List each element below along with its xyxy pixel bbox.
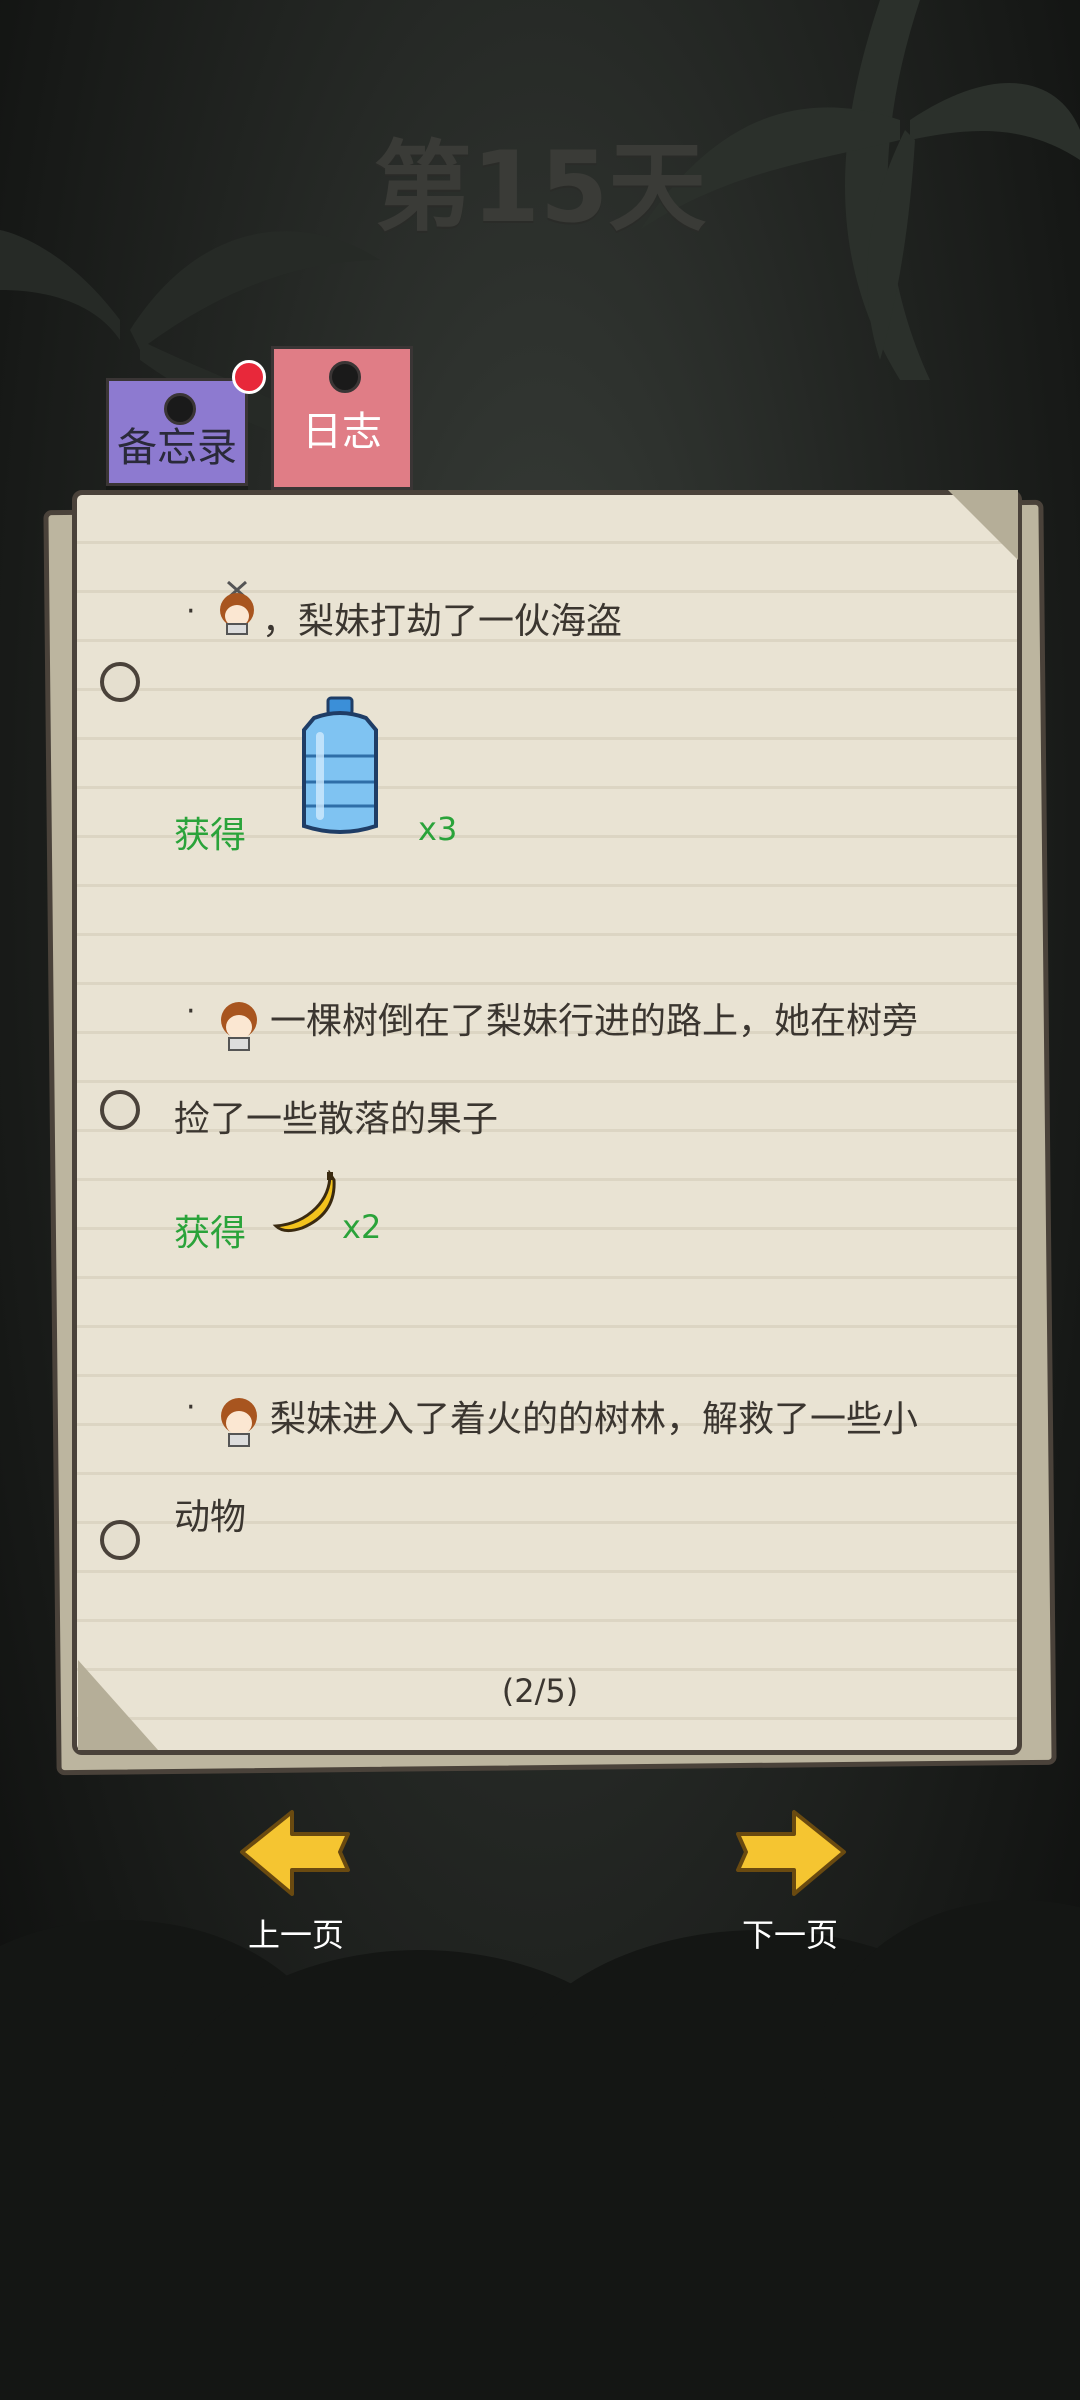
reward-label: 获得 bbox=[174, 1213, 247, 1254]
reward-label: 获得 bbox=[174, 815, 247, 856]
entry-bullet: · bbox=[186, 594, 196, 629]
tab-hole bbox=[164, 393, 196, 425]
binder-ring bbox=[100, 1520, 140, 1560]
girl-avatar-icon bbox=[220, 580, 254, 635]
entry-text: ，梨妹打劫了一伙海盗 bbox=[262, 601, 623, 642]
notification-dot bbox=[232, 360, 266, 394]
entry-text: 梨妹进入了着火的的树林，解救了一些小 bbox=[270, 1399, 919, 1440]
girl-avatar-icon bbox=[221, 1002, 257, 1051]
reward-quantity: x2 bbox=[342, 1208, 382, 1246]
tab-hole bbox=[329, 361, 361, 393]
entry-bullet: · bbox=[186, 1390, 196, 1425]
binder-ring bbox=[100, 662, 140, 702]
entry-text: 动物 bbox=[174, 1497, 247, 1538]
next-page-button[interactable]: 下一页 bbox=[710, 1806, 870, 1956]
entry-bullet: · bbox=[186, 994, 196, 1029]
arrow-right-icon bbox=[736, 1810, 846, 1896]
prev-page-button[interactable]: 上一页 bbox=[216, 1806, 376, 1956]
tab-log-label: 日志 bbox=[302, 409, 382, 455]
reward-quantity: x3 bbox=[418, 810, 458, 848]
tab-log[interactable]: 日志 bbox=[271, 346, 413, 490]
water-jug-icon bbox=[302, 696, 378, 834]
next-page-label: 下一页 bbox=[741, 1916, 838, 1954]
prev-page-label: 上一页 bbox=[247, 1916, 344, 1954]
entry-text: 捡了一些散落的果子 bbox=[174, 1099, 499, 1140]
bottom-foliage bbox=[0, 1900, 1080, 2400]
tab-memo[interactable]: 备忘录 bbox=[106, 378, 248, 486]
binder-ring bbox=[100, 1090, 140, 1130]
entry-text: 一棵树倒在了梨妹行进的路上，她在树旁 bbox=[270, 1001, 919, 1042]
arrow-left-icon bbox=[240, 1810, 350, 1896]
page-indicator: (2/5) bbox=[501, 1672, 579, 1710]
banana-icon bbox=[272, 1170, 336, 1233]
paper-torn-corner bbox=[948, 490, 1018, 560]
girl-avatar-icon bbox=[221, 1398, 257, 1447]
day-title: 第15天 bbox=[373, 131, 707, 245]
